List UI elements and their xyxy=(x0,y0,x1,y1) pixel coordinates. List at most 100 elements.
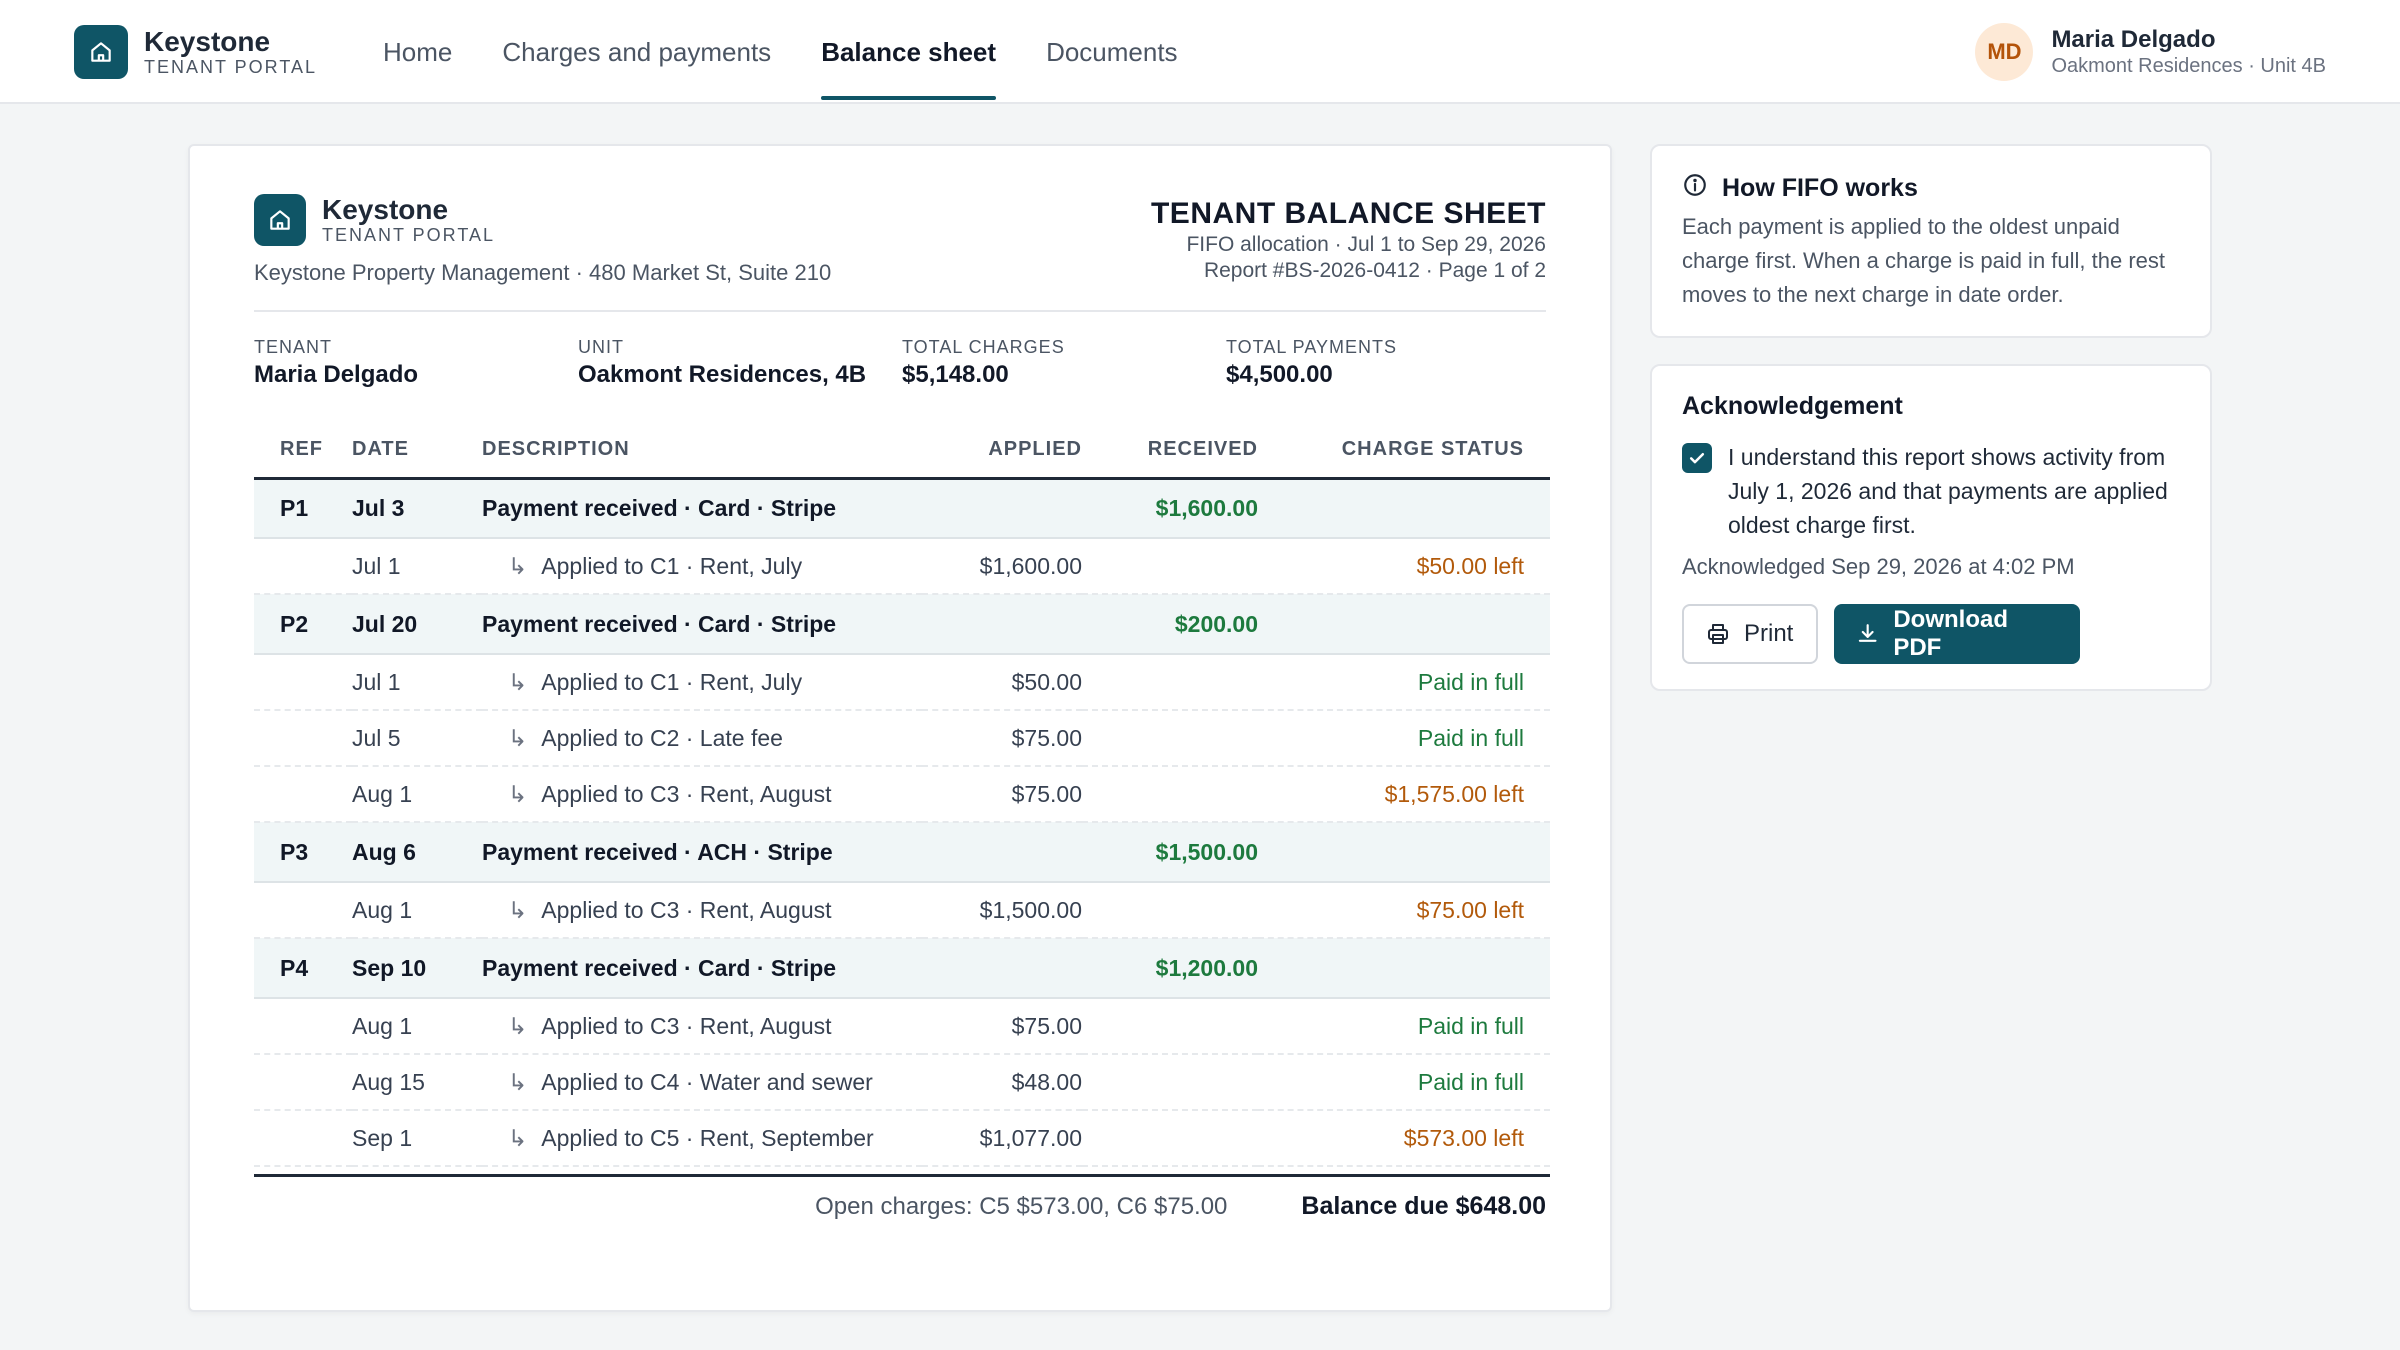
cell-received: $1,500.00 xyxy=(1082,822,1258,883)
cell-charge-status: Paid in full xyxy=(1258,998,1550,1055)
cell-received xyxy=(1082,538,1258,595)
ack-checkbox-label: I understand this report shows activity … xyxy=(1728,444,2168,538)
cell-description: Payment received · Card · Stripe xyxy=(482,938,922,999)
print-button[interactable]: Print xyxy=(1682,604,1818,664)
report-period: FIFO allocation · Jul 1 to Sep 29, 2026 xyxy=(1186,233,1546,256)
cell-description: ↳ Applied to C3 · Rent, August xyxy=(482,998,922,1055)
cell-charge-status: $573.00 left xyxy=(1258,1110,1550,1167)
ledger-table: REF DATE DESCRIPTION APPLIED RECEIVED CH… xyxy=(254,422,1550,1167)
cell-applied: $50.00 xyxy=(922,654,1082,711)
allocation-row: Sep 1 ↳ Applied to C5 · Rent, September $1,… xyxy=(254,1110,1550,1167)
summary-payments-value: $4,500.00 xyxy=(1226,361,1333,388)
cell-date: Jul 5 xyxy=(352,710,482,767)
user-menu[interactable]: MD Maria Delgado Oakmont Residences · Un… xyxy=(1975,23,2326,81)
cell-applied: $1,600.00 xyxy=(922,538,1082,595)
summary-charges-label: TOTAL CHARGES xyxy=(902,337,1065,357)
col-applied: APPLIED xyxy=(922,422,1082,480)
balance-sheet-report: Keystone TENANT PORTAL Keystone Property… xyxy=(188,144,1612,1312)
cell-applied: $75.00 xyxy=(922,766,1082,823)
payment-row: P1 Jul 3 Payment received · Card · Stripe $… xyxy=(254,478,1550,539)
cell-charge-status xyxy=(1258,822,1550,883)
cell-date: Aug 6 xyxy=(352,822,482,883)
cell-date: Aug 1 xyxy=(352,998,482,1055)
col-received: RECEIVED xyxy=(1082,422,1258,480)
cell-charge-status: Paid in full xyxy=(1258,710,1550,767)
fifo-info-card: How FIFO works Each payment is applied t… xyxy=(1650,144,2212,338)
download-icon xyxy=(1858,624,1877,642)
allocation-description: Applied to C1 · Rent, July xyxy=(541,668,803,695)
subdirectory-arrow-icon: ↳ xyxy=(508,724,528,751)
ack-checkbox-row[interactable]: I understand this report shows activity … xyxy=(1682,440,2178,542)
cell-charge-status xyxy=(1258,594,1550,655)
brand[interactable]: Keystone TENANT PORTAL xyxy=(74,25,317,79)
report-title-block: TENANT BALANCE SHEET FIFO allocation · J… xyxy=(1151,196,1546,284)
cell-ref xyxy=(254,1110,352,1167)
main-nav: Home Charges and payments Balance sheet … xyxy=(383,0,1228,104)
allocation-description: Applied to C5 · Rent, September xyxy=(541,1124,874,1151)
ledger-body: P1 Jul 3 Payment received · Card · Stripe $… xyxy=(254,478,1550,1167)
download-pdf-label: Download PDF xyxy=(1893,606,2008,661)
subdirectory-arrow-icon: ↳ xyxy=(508,1124,528,1151)
ack-actions: Print Download PDF xyxy=(1682,604,2080,664)
summary-tenant-value: Maria Delgado xyxy=(254,361,419,388)
col-date: DATE xyxy=(352,422,482,480)
cell-applied: $48.00 xyxy=(922,1054,1082,1111)
allocation-description: Applied to C3 · Rent, August xyxy=(541,780,832,807)
cell-received xyxy=(1082,766,1258,823)
cell-ref xyxy=(254,766,352,823)
print-button-label: Print xyxy=(1744,620,1794,647)
tab-balance-sheet[interactable]: Balance sheet xyxy=(821,0,996,104)
cell-description: ↳ Applied to C5 · Rent, September xyxy=(482,1110,922,1167)
cell-charge-status xyxy=(1258,938,1550,999)
report-summary: TENANT Maria Delgado UNIT Oakmont Reside… xyxy=(254,336,1550,390)
report-brand-subtitle: TENANT PORTAL xyxy=(322,225,496,245)
payment-row: P2 Jul 20 Payment received · Card · Stripe… xyxy=(254,594,1550,655)
report-brand-name: Keystone xyxy=(322,194,449,225)
allocation-description: Applied to C3 · Rent, August xyxy=(541,1012,832,1039)
allocation-row: Aug 15 ↳ Applied to C4 · Water and sewer $4… xyxy=(254,1054,1550,1111)
subdirectory-arrow-icon: ↳ xyxy=(508,668,528,695)
cell-applied: $1,500.00 xyxy=(922,882,1082,939)
tab-documents[interactable]: Documents xyxy=(1046,0,1178,104)
tab-home[interactable]: Home xyxy=(383,0,452,104)
allocation-row: Aug 1 ↳ Applied to C3 · Rent, August $75.00… xyxy=(254,766,1550,823)
ack-card-title: Acknowledgement xyxy=(1682,392,1903,420)
report-id: Report #BS-2026-0412 · Page 1 of 2 xyxy=(1203,259,1546,282)
allocation-description: Applied to C4 · Water and sewer xyxy=(541,1068,873,1095)
cell-ref xyxy=(254,1054,352,1111)
cell-received xyxy=(1082,1110,1258,1167)
ack-checkbox[interactable] xyxy=(1682,443,1712,473)
allocation-description: Applied to C1 · Rent, July xyxy=(541,552,803,579)
download-pdf-button[interactable]: Download PDF xyxy=(1834,604,2080,664)
top-nav-bar: Keystone TENANT PORTAL Home Charges and … xyxy=(0,0,2400,104)
allocation-row: Jul 1 ↳ Applied to C1 · Rent, July $50.00 Pa… xyxy=(254,654,1550,711)
summary-tenant: TENANT Maria Delgado xyxy=(254,336,578,390)
allocation-row: Jul 5 ↳ Applied to C2 · Late fee $75.00 Paid… xyxy=(254,710,1550,767)
cell-charge-status: Paid in full xyxy=(1258,1054,1550,1111)
cell-date: Sep 10 xyxy=(352,938,482,999)
fifo-card-header: How FIFO works xyxy=(1682,172,1918,205)
cell-date: Aug 15 xyxy=(352,1054,482,1111)
subdirectory-arrow-icon: ↳ xyxy=(508,1068,528,1095)
payment-row: P3 Aug 6 Payment received · ACH · Stripe $1… xyxy=(254,822,1550,883)
report-address: Keystone Property Management · 480 Marke… xyxy=(254,260,832,285)
cell-charge-status: $1,575.00 left xyxy=(1258,766,1550,823)
cell-date: Jul 1 xyxy=(352,538,482,595)
cell-description: ↳ Applied to C1 · Rent, July xyxy=(482,654,922,711)
info-icon xyxy=(1682,172,1708,205)
summary-unit-value: Oakmont Residences, 4B xyxy=(578,361,867,388)
cell-applied: $75.00 xyxy=(922,710,1082,767)
summary-unit-label: UNIT xyxy=(578,337,624,357)
cell-ref: P1 xyxy=(254,478,352,539)
cell-ref xyxy=(254,998,352,1055)
tab-charges-and-payments[interactable]: Charges and payments xyxy=(502,0,771,104)
avatar: MD xyxy=(1975,23,2034,81)
cell-ref xyxy=(254,538,352,595)
cell-ref: P4 xyxy=(254,938,352,999)
cell-date: Jul 20 xyxy=(352,594,482,655)
cell-description: ↳ Applied to C2 · Late fee xyxy=(482,710,922,767)
open-charges: Open charges: C5 $573.00, C6 $75.00 xyxy=(815,1193,1228,1220)
allocation-description: Applied to C2 · Late fee xyxy=(541,724,783,751)
cell-received: $200.00 xyxy=(1082,594,1258,655)
cell-description: Payment received · Card · Stripe xyxy=(482,594,922,655)
